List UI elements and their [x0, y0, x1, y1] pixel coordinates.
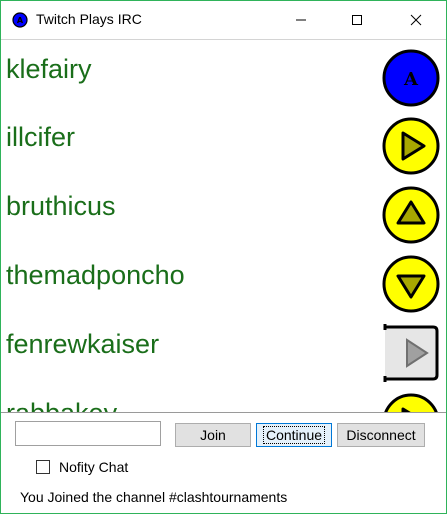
feed-row: rabbakey [1, 384, 446, 412]
disconnect-button-label: Disconnect [346, 427, 416, 443]
feed-row: illcifer [1, 108, 446, 176]
right-arrow-icon [382, 117, 440, 175]
continue-button-label: Continue [262, 426, 326, 444]
notify-chat-checkbox[interactable] [36, 460, 50, 474]
command-feed[interactable]: klefairy A illcifer bruthicus themadponc… [1, 40, 446, 412]
feed-row: themadponcho [1, 246, 446, 314]
right-arrow-icon [384, 393, 438, 412]
status-message: You Joined the channel #clashtournaments [20, 489, 288, 505]
join-button-label: Join [200, 427, 226, 443]
maximize-icon [352, 15, 362, 25]
right-trigger-icon [383, 324, 439, 382]
window-title: Twitch Plays IRC [36, 11, 142, 27]
app-icon: A [12, 12, 28, 33]
a-button-icon: A [382, 49, 440, 107]
close-button[interactable] [393, 1, 439, 39]
disconnect-button[interactable]: Disconnect [337, 423, 425, 447]
up-arrow-icon [382, 186, 440, 244]
svg-text:A: A [403, 69, 419, 90]
minimize-button[interactable] [278, 1, 324, 39]
feed-row: bruthicus [1, 177, 446, 245]
app-window: A Twitch Plays IRC klefairy A illcifer b… [0, 0, 447, 514]
feed-username: fenrewkaiser [6, 329, 160, 359]
channel-input[interactable] [15, 421, 161, 446]
title-bar[interactable]: A Twitch Plays IRC [1, 1, 446, 39]
notify-chat-label[interactable]: Nofity Chat [59, 459, 128, 475]
svg-text:A: A [17, 16, 24, 25]
feed-separator [1, 412, 446, 413]
feed-username: klefairy [6, 54, 92, 84]
maximize-button[interactable] [334, 1, 380, 39]
feed-username: rabbakey [6, 398, 117, 412]
minimize-icon [296, 19, 306, 21]
close-icon [410, 14, 422, 26]
feed-username: illcifer [6, 122, 76, 152]
feed-row: klefairy A [1, 40, 446, 108]
feed-row: fenrewkaiser [1, 315, 446, 383]
down-arrow-icon [382, 255, 440, 313]
continue-button[interactable]: Continue [256, 423, 332, 447]
feed-username: bruthicus [6, 191, 116, 221]
feed-username: themadponcho [6, 260, 185, 290]
join-button[interactable]: Join [175, 423, 251, 447]
